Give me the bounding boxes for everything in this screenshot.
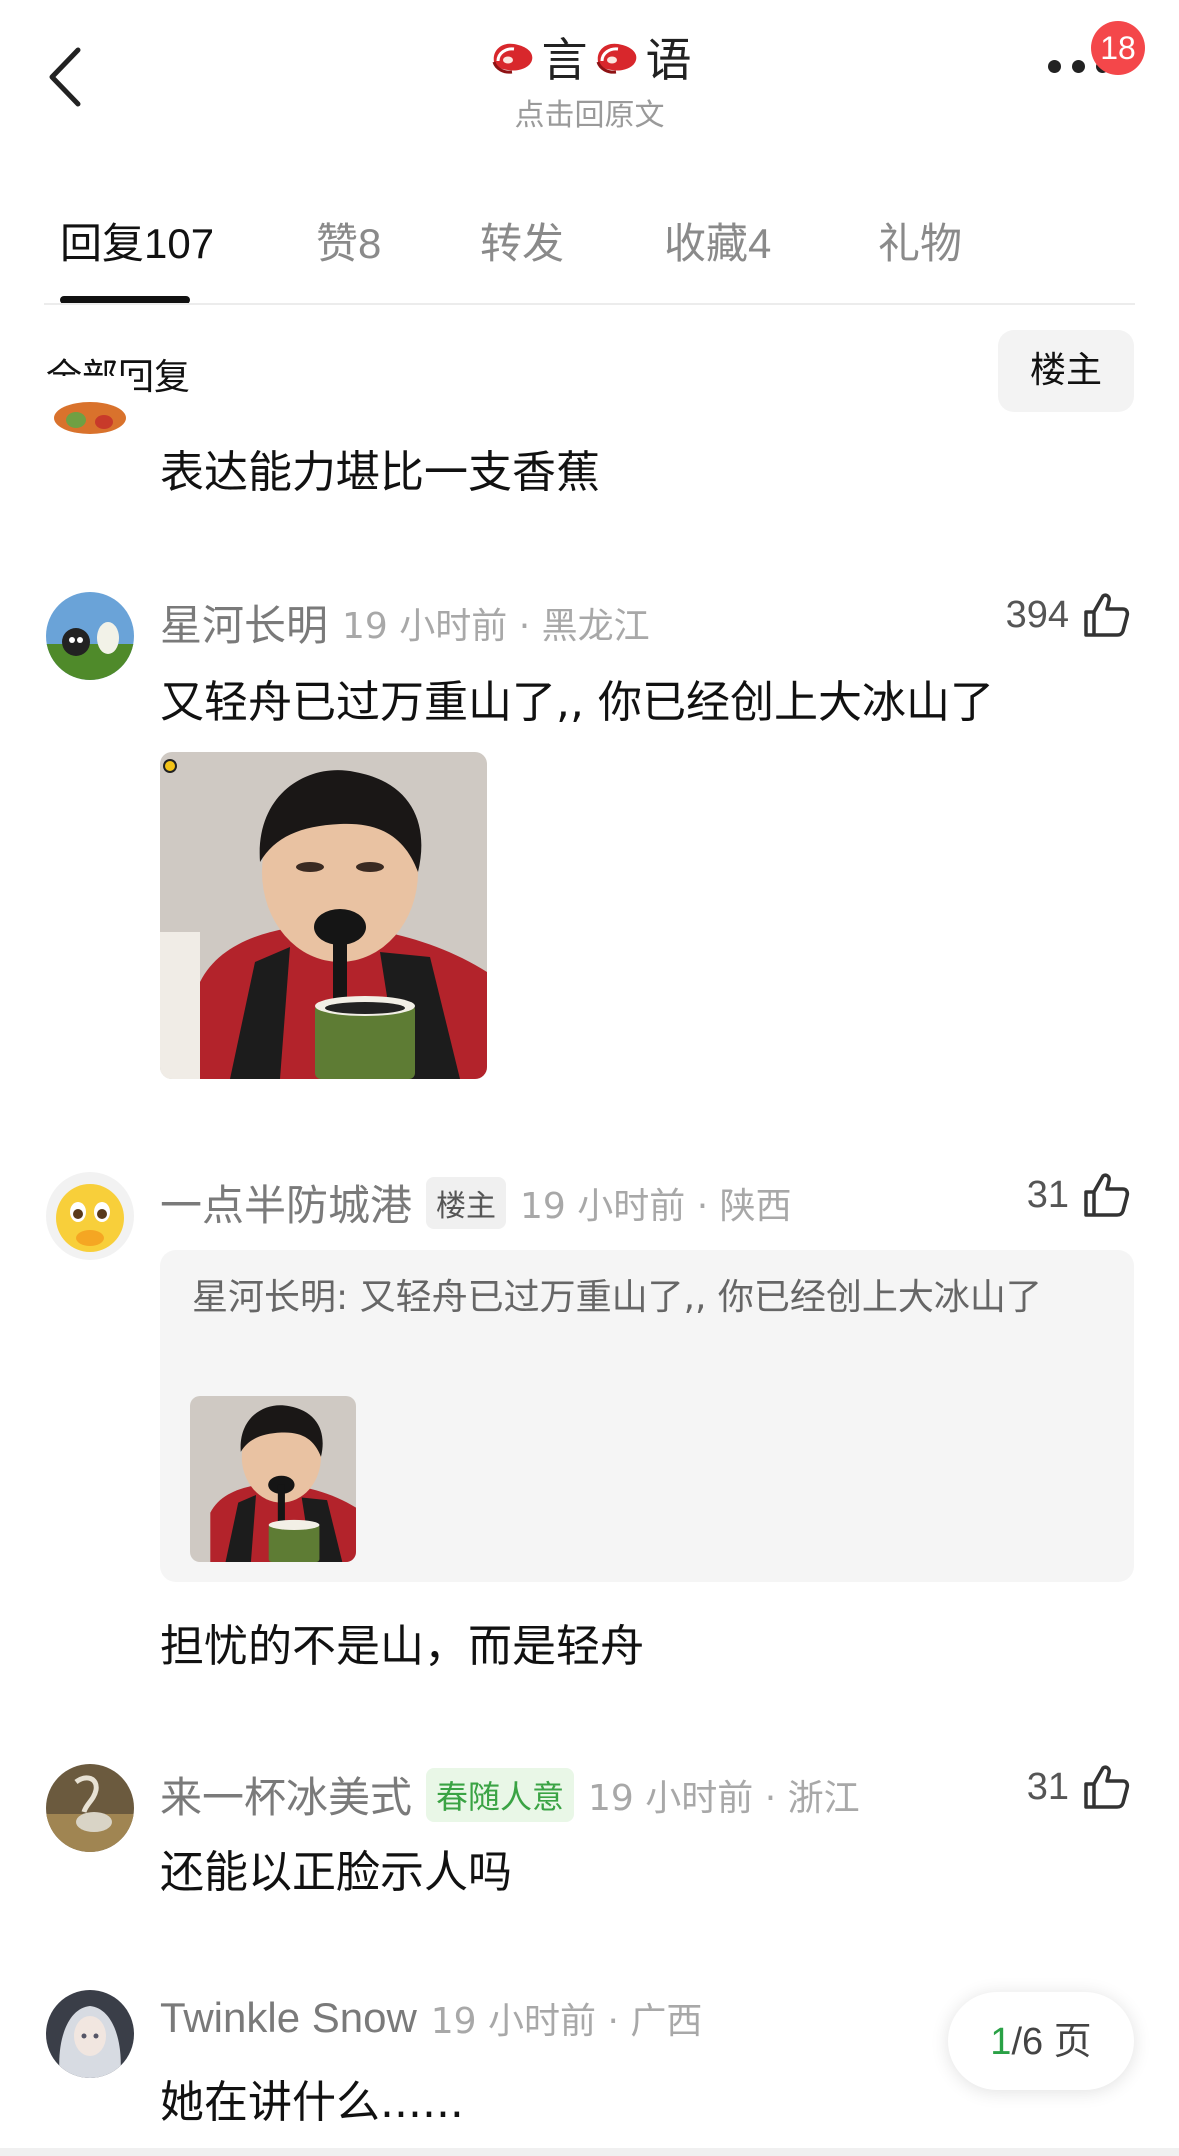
title-text-1: 言: [541, 33, 588, 87]
comment-meta: 一点半防城港 楼主 19 小时前 · 陕西: [160, 1172, 792, 1233]
owner-tag: 楼主: [426, 1176, 507, 1229]
comment-time: 19 小时前 · 黑龙江: [342, 605, 650, 647]
like-count: 31: [1026, 1765, 1069, 1808]
tab-label: 礼物: [878, 219, 963, 268]
comment-time: 19 小时前 · 广西: [430, 2001, 703, 2042]
user-badge: 春随人意: [426, 1767, 575, 1822]
notification-badge: 18: [1091, 21, 1145, 75]
quoted-comment[interactable]: 星河长明: 又轻舟已过万重山了,, 你已经创上大冰山了: [160, 1250, 1134, 1582]
comment-time: 19 小时前 · 浙江: [588, 1777, 860, 1819]
comment-time: 19 小时前 · 陕西: [520, 1185, 792, 1227]
post-title-header[interactable]: 言 语 点击回原文: [0, 24, 1179, 134]
like-button[interactable]: 31: [1027, 1762, 1131, 1812]
thumbs-up-icon: [1084, 1765, 1130, 1809]
comment-text: 又轻舟已过万重山了,, 你已经创上大冰山了: [160, 677, 994, 728]
tab-label: 转发: [480, 219, 565, 268]
comment-text: 表达能力堪比一支香蕉: [160, 447, 600, 498]
tab-count: 107: [144, 220, 215, 267]
divider: [44, 303, 1135, 305]
avatar[interactable]: [46, 1172, 134, 1260]
quoted-text: 星河长明: 又轻舟已过万重山了,, 你已经创上大冰山了: [192, 1277, 1042, 1318]
like-count: 394: [1005, 593, 1069, 636]
bottom-edge: [0, 2148, 1179, 2156]
owner-filter-button[interactable]: 楼主: [998, 330, 1134, 412]
dot: [1048, 60, 1061, 73]
comment-meta: 来一杯冰美式 春随人意 19 小时前 · 浙江: [160, 1764, 860, 1825]
tab-likes[interactable]: 赞8: [316, 210, 381, 271]
avatar[interactable]: [46, 1990, 134, 2078]
username[interactable]: 一点半防城港: [160, 1172, 412, 1233]
comment-text: 还能以正脸示人吗: [160, 1847, 512, 1898]
steak-icon: [596, 43, 636, 74]
avatar[interactable]: [46, 1764, 134, 1852]
title-text-2: 语: [645, 33, 692, 87]
steak-icon: [492, 43, 532, 74]
avatar[interactable]: [46, 592, 134, 680]
tab-count: 8: [358, 220, 382, 267]
comment-meta: Twinkle Snow 19 小时前 · 广西: [160, 1992, 702, 2044]
tab-label: 回复: [60, 219, 145, 268]
username[interactable]: Twinkle Snow: [160, 1994, 417, 2042]
like-count: 31: [1026, 1173, 1069, 1216]
tab-label: 收藏: [664, 219, 749, 268]
back-to-original-link[interactable]: 点击回原文: [0, 90, 1179, 134]
avatar[interactable]: [46, 376, 134, 454]
quoted-image[interactable]: [190, 1396, 356, 1562]
tab-replies[interactable]: 回复107: [60, 210, 214, 271]
comment-text: 她在讲什么......: [160, 2077, 464, 2128]
tab-gifts[interactable]: 礼物: [878, 210, 962, 271]
thumbs-up-icon: [1084, 1173, 1130, 1217]
tab-reposts[interactable]: 转发: [480, 210, 564, 271]
comment-meta: 星河长明 19 小时前 · 黑龙江: [160, 592, 650, 653]
tab-count: 4: [748, 220, 772, 267]
comment-image[interactable]: [160, 752, 487, 1079]
like-button[interactable]: 394: [1006, 590, 1131, 640]
page-indicator[interactable]: 1/6 页: [948, 1992, 1134, 2090]
total-pages: /6 页: [1011, 2021, 1092, 2063]
username[interactable]: 来一杯冰美式: [160, 1764, 412, 1825]
current-page: 1: [990, 2021, 1012, 2063]
comment-text: 担忧的不是山，而是轻舟: [160, 1621, 644, 1672]
dot: [1072, 60, 1085, 73]
like-button[interactable]: 31: [1027, 1170, 1131, 1220]
tab-label: 赞: [316, 219, 359, 268]
tab-favorites[interactable]: 收藏4: [664, 210, 771, 271]
username[interactable]: 星河长明: [160, 592, 328, 653]
post-title[interactable]: 言 语: [488, 24, 692, 90]
thumbs-up-icon: [1084, 593, 1130, 637]
